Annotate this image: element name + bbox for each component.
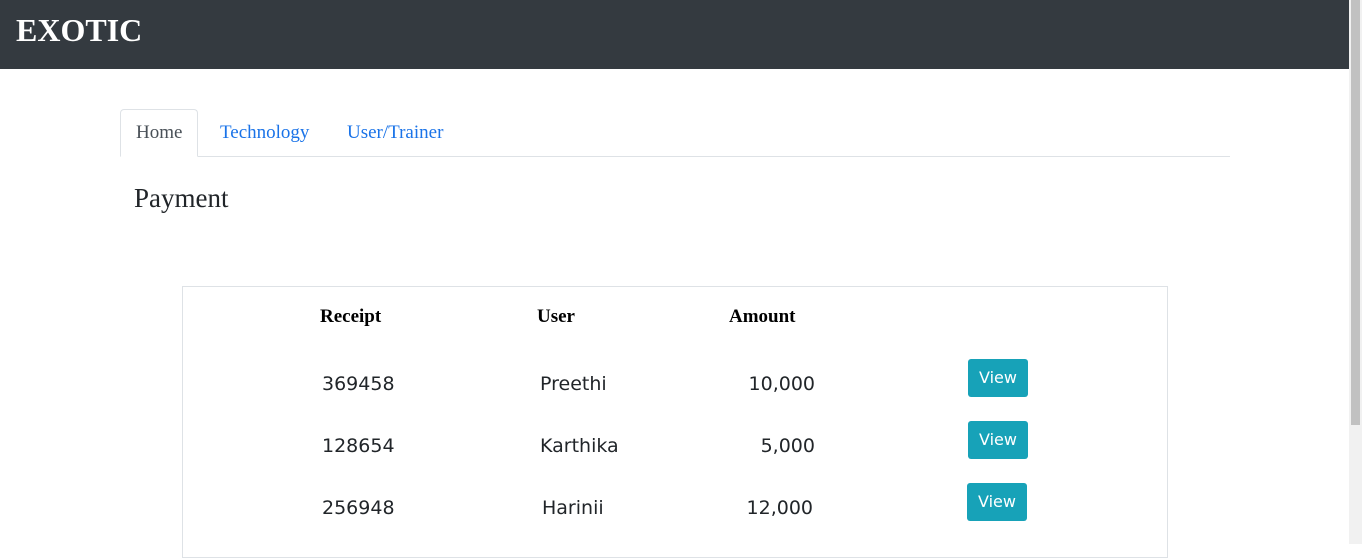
page-title: Payment [134,183,229,213]
payment-table: Receipt User Amount 369458 Preethi 10,00… [182,286,1168,558]
column-header-user: User [537,306,575,327]
receipt-cell: 256948 [322,497,395,519]
user-cell: Karthika [540,435,619,457]
receipt-cell: 128654 [322,435,395,457]
tab-technology[interactable]: Technology [220,109,309,156]
scrollbar-thumb[interactable] [1351,0,1360,425]
view-button[interactable]: View [968,359,1028,397]
tab-home[interactable]: Home [120,109,199,157]
column-header-amount: Amount [729,306,796,327]
tab-bar: Home Technology User/Trainer [120,109,1230,157]
amount-cell: 10,000 [748,373,815,395]
column-header-receipt: Receipt [320,306,382,327]
scrollbar[interactable] [1349,0,1362,544]
navbar: EXOTIC [0,0,1349,69]
amount-cell: 5,000 [760,435,815,457]
tab-user-trainer[interactable]: User/Trainer [347,109,443,156]
user-cell: Harinii [542,497,604,519]
user-cell: Preethi [540,373,607,395]
brand-logo[interactable]: EXOTIC [16,10,142,50]
amount-cell: 12,000 [746,497,813,519]
receipt-cell: 369458 [322,373,395,395]
view-button[interactable]: View [968,421,1028,459]
view-button[interactable]: View [967,483,1027,521]
